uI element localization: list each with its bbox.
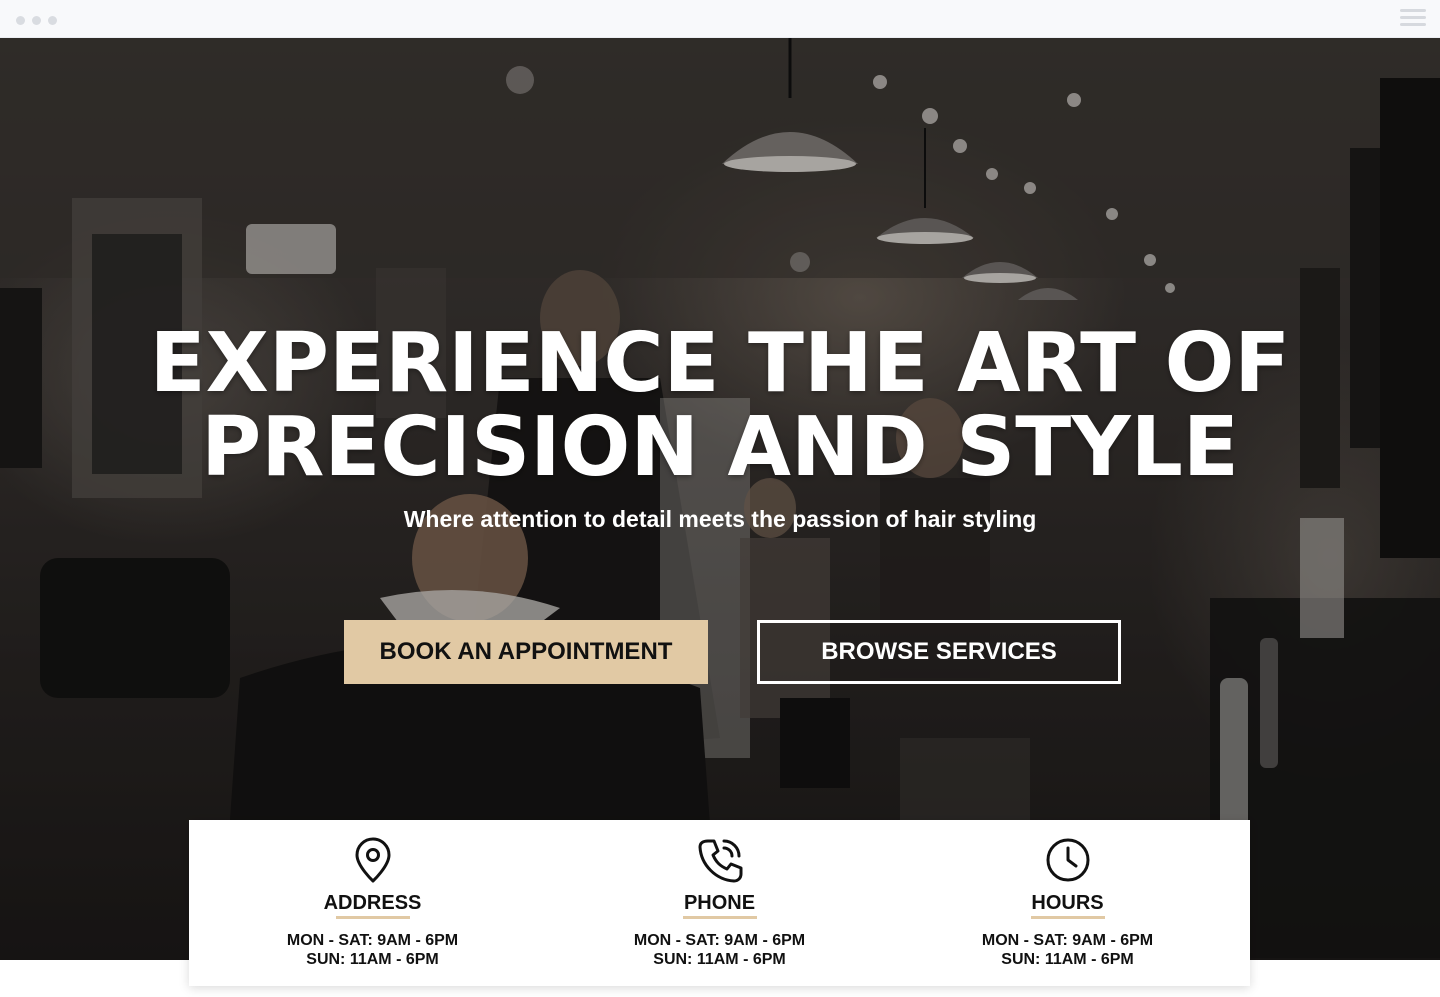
menu-icon[interactable] bbox=[1400, 7, 1426, 29]
title-underline bbox=[336, 916, 410, 919]
browser-chrome bbox=[0, 0, 1440, 38]
info-line: MON - SAT: 9AM - 6PM bbox=[286, 932, 459, 949]
book-appointment-button[interactable]: BOOK AN APPOINTMENT bbox=[344, 620, 708, 684]
info-title: ADDRESS bbox=[323, 892, 422, 914]
phone-icon bbox=[698, 839, 743, 883]
info-line: MON - SAT: 9AM - 6PM bbox=[633, 932, 806, 949]
info-address: ADDRESS MON - SAT: 9AM - 6PM SUN: 11AM -… bbox=[196, 820, 549, 986]
info-card: ADDRESS MON - SAT: 9AM - 6PM SUN: 11AM -… bbox=[189, 820, 1250, 986]
title-underline bbox=[1031, 916, 1105, 919]
window-dot bbox=[32, 16, 41, 25]
info-line: SUN: 11AM - 6PM bbox=[653, 951, 786, 968]
headline-line-1: EXPERIENCE THE ART OF bbox=[149, 316, 1291, 411]
headline-line-2: PRECISION AND STYLE bbox=[201, 400, 1239, 495]
info-title: HOURS bbox=[1031, 892, 1104, 914]
browse-services-button[interactable]: BROWSE SERVICES bbox=[757, 620, 1121, 684]
window-dot bbox=[16, 16, 25, 25]
hero-headline: EXPERIENCE THE ART OF PRECISION AND STYL… bbox=[0, 322, 1440, 490]
info-line: SUN: 11AM - 6PM bbox=[306, 951, 439, 968]
info-line: MON - SAT: 9AM - 6PM bbox=[981, 932, 1154, 949]
location-pin-icon bbox=[355, 837, 391, 883]
info-hours: HOURS MON - SAT: 9AM - 6PM SUN: 11AM - 6… bbox=[891, 820, 1244, 986]
clock-icon bbox=[1046, 838, 1090, 882]
info-phone: PHONE MON - SAT: 9AM - 6PM SUN: 11AM - 6… bbox=[543, 820, 896, 986]
info-line: SUN: 11AM - 6PM bbox=[1001, 951, 1134, 968]
title-underline bbox=[683, 916, 757, 919]
window-dot bbox=[48, 16, 57, 25]
info-title: PHONE bbox=[683, 892, 756, 914]
hero-subheadline: Where attention to detail meets the pass… bbox=[403, 506, 1037, 532]
